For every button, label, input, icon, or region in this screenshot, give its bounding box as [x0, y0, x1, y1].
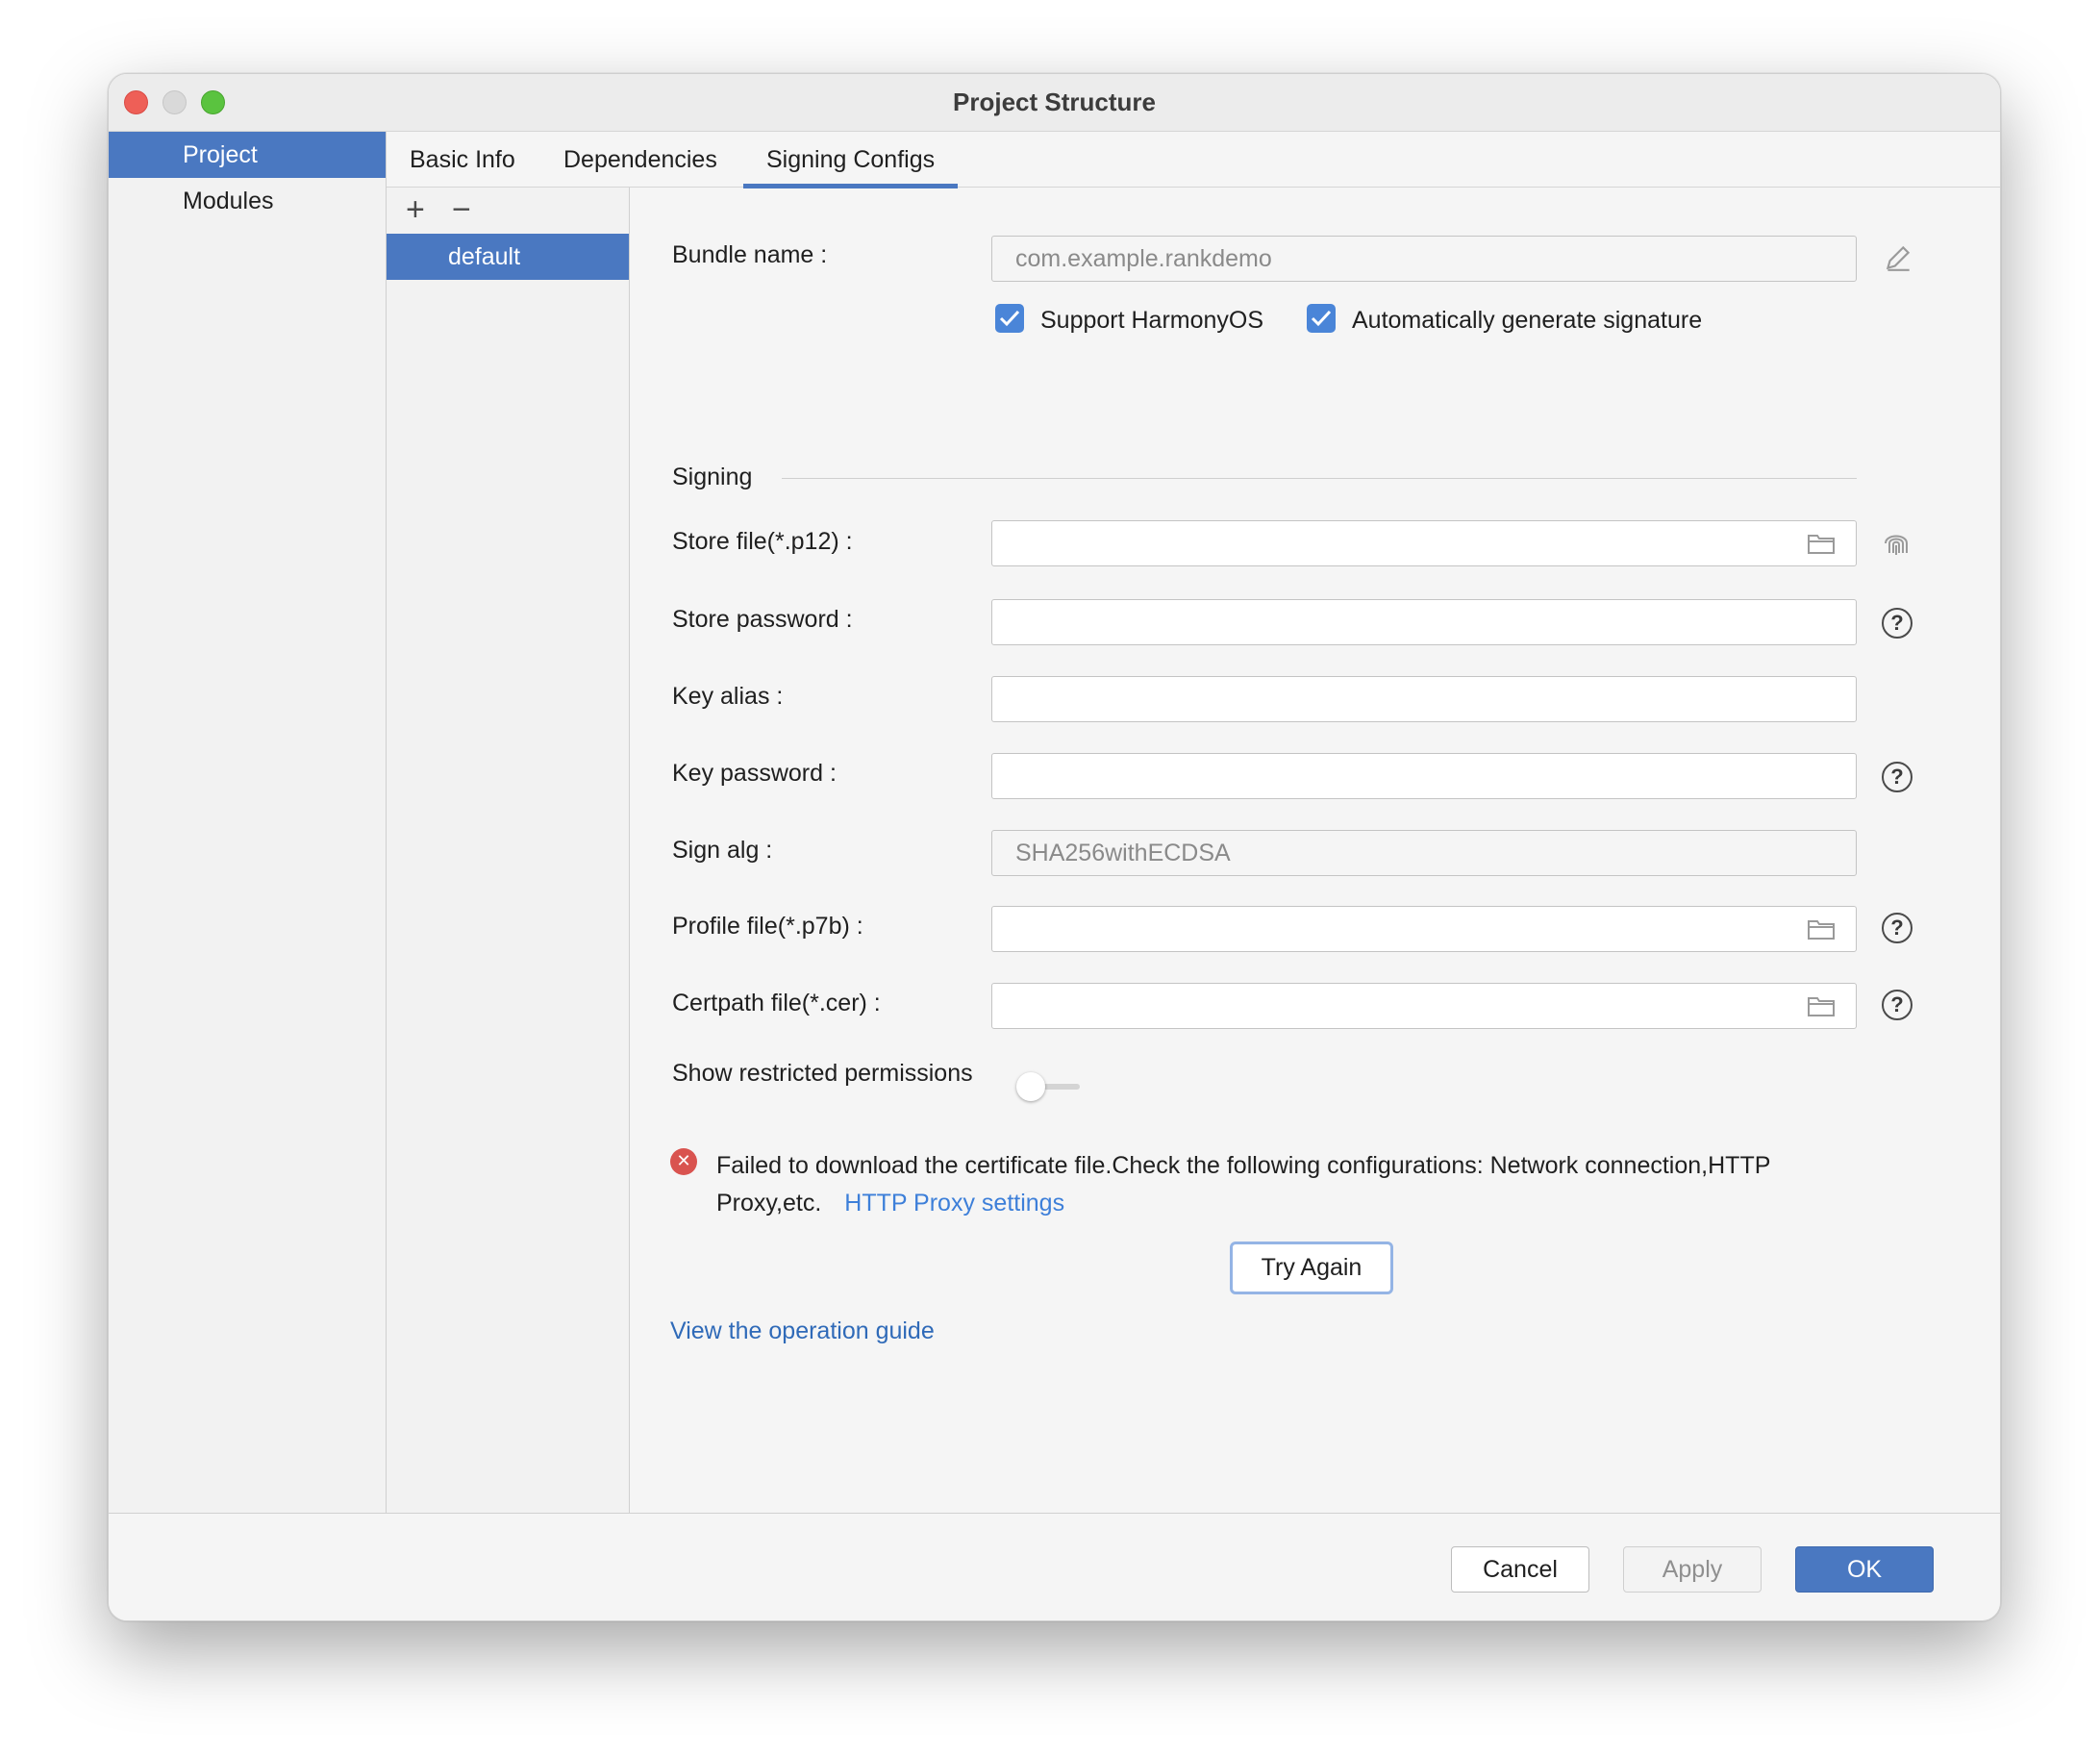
profile-file-label: Profile file(*.p7b) :	[672, 913, 863, 940]
key-alias-label: Key alias :	[672, 683, 784, 710]
signing-config-list: + − default	[387, 188, 630, 1513]
window-title: Project Structure	[953, 88, 1156, 116]
help-icon[interactable]: ?	[1882, 990, 1912, 1020]
toggle-knob	[1016, 1072, 1045, 1101]
show-restricted-toggle[interactable]	[1016, 1072, 1082, 1101]
error-icon: ✕	[670, 1148, 697, 1175]
config-toolbar: + −	[387, 188, 629, 234]
signing-section-title: Signing	[672, 464, 753, 490]
apply-button[interactable]: Apply	[1623, 1546, 1762, 1593]
plus-icon[interactable]: +	[406, 193, 425, 226]
dialog-footer: Cancel Apply OK	[109, 1513, 2000, 1620]
auto-signature-label: Automatically generate signature	[1352, 307, 1703, 334]
certpath-file-label: Certpath file(*.cer) :	[672, 990, 881, 1016]
support-harmonyos-label: Support HarmonyOS	[1040, 307, 1264, 334]
project-structure-window: Project Structure Project Modules Basic …	[108, 73, 2001, 1621]
cancel-button[interactable]: Cancel	[1451, 1546, 1589, 1593]
store-password-field[interactable]	[991, 599, 1857, 645]
sidebar-item-modules[interactable]: Modules	[109, 178, 386, 224]
sidebar-item-project[interactable]: Project	[109, 132, 386, 178]
bundle-name-field[interactable]: com.example.rankdemo	[991, 236, 1857, 282]
profile-file-field[interactable]	[991, 906, 1857, 952]
auto-signature-checkbox[interactable]	[1307, 304, 1336, 333]
title-bar: Project Structure	[109, 74, 2000, 132]
tab-bar: Basic Info Dependencies Signing Configs	[387, 132, 2000, 188]
minus-icon[interactable]: −	[452, 193, 471, 226]
http-proxy-settings-link[interactable]: HTTP Proxy settings	[844, 1190, 1064, 1217]
bundle-name-label: Bundle name :	[672, 241, 828, 268]
help-icon[interactable]: ?	[1882, 762, 1912, 792]
error-message-block: Failed to download the certificate file.…	[716, 1147, 1880, 1222]
checkmark-icon	[1311, 310, 1332, 327]
checkmark-icon	[999, 310, 1020, 327]
certpath-file-field[interactable]	[991, 983, 1857, 1029]
section-divider	[782, 478, 1857, 479]
help-icon[interactable]: ?	[1882, 608, 1912, 639]
sign-alg-label: Sign alg :	[672, 837, 773, 864]
folder-icon[interactable]	[1808, 533, 1835, 554]
fingerprint-icon[interactable]	[1880, 526, 1912, 559]
show-restricted-label: Show restricted permissions	[672, 1060, 973, 1087]
key-password-label: Key password :	[672, 760, 837, 787]
edit-pencil-icon[interactable]	[1882, 241, 1914, 274]
help-icon[interactable]: ?	[1882, 913, 1912, 943]
ok-button[interactable]: OK	[1795, 1546, 1934, 1593]
folder-icon[interactable]	[1808, 918, 1835, 940]
sidebar: Project Modules	[109, 132, 387, 1513]
folder-icon[interactable]	[1808, 995, 1835, 1016]
support-harmonyos-checkbox[interactable]	[995, 304, 1024, 333]
sign-alg-field: SHA256withECDSA	[991, 830, 1857, 876]
config-item-default[interactable]: default	[387, 234, 629, 280]
store-password-label: Store password :	[672, 606, 853, 633]
tab-dependencies[interactable]: Dependencies	[540, 132, 740, 188]
key-password-field[interactable]	[991, 753, 1857, 799]
key-alias-field[interactable]	[991, 676, 1857, 722]
try-again-button[interactable]: Try Again	[1230, 1242, 1393, 1294]
store-file-label: Store file(*.p12) :	[672, 528, 853, 555]
signing-config-form: Bundle name : com.example.rankdemo Suppo…	[630, 188, 2000, 1513]
operation-guide-link[interactable]: View the operation guide	[670, 1317, 935, 1345]
tab-basic-info[interactable]: Basic Info	[387, 132, 538, 188]
store-file-field[interactable]	[991, 520, 1857, 566]
tab-signing-configs[interactable]: Signing Configs	[743, 132, 959, 188]
